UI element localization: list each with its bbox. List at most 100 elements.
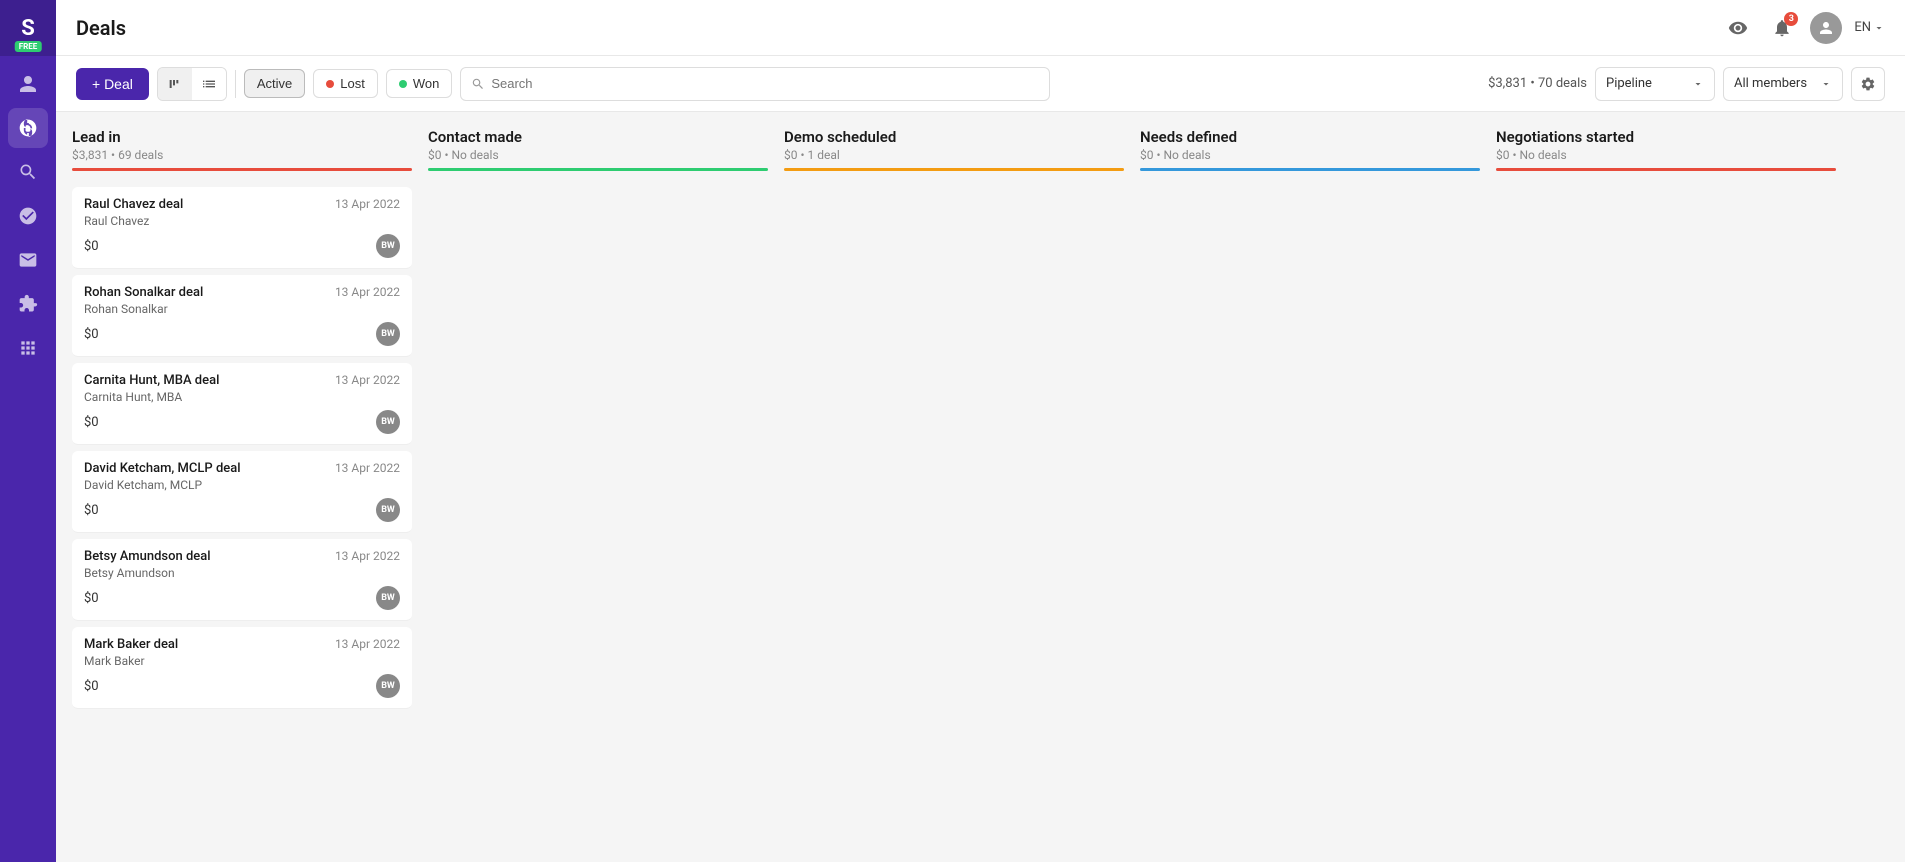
search-box [460, 67, 1050, 101]
column-bar-negotiations-started [1496, 168, 1836, 171]
notification-badge: 3 [1784, 12, 1798, 26]
deal-avatar: BW [376, 586, 400, 610]
deal-date: 13 Apr 2022 [335, 461, 400, 475]
deal-name: Mark Baker deal [84, 637, 178, 652]
table-row[interactable]: Mark Baker deal13 Apr 2022Mark Baker$0BW [72, 627, 412, 709]
toolbar: + Deal Active Lost Won $3,831 • 70 deals [56, 56, 1905, 112]
column-bar-contact-made [428, 168, 768, 171]
deal-name: Raul Chavez deal [84, 197, 183, 212]
column-title-lead-in: Lead in [72, 128, 412, 146]
deal-avatar: BW [376, 674, 400, 698]
settings-button[interactable] [1851, 67, 1885, 101]
toolbar-divider [235, 70, 236, 98]
kanban-icon [167, 76, 183, 92]
column-header-contact-made: Contact made $0 • No deals [428, 128, 768, 179]
deal-contact: Carnita Hunt, MBA [84, 390, 400, 404]
table-row[interactable]: David Ketcham, MCLP deal13 Apr 2022David… [72, 451, 412, 533]
top-header: Deals 3 EN [56, 0, 1905, 56]
sidebar-item-mail[interactable] [8, 240, 48, 280]
pipeline-chevron-icon [1692, 78, 1704, 90]
table-row[interactable]: Rohan Sonalkar deal 13 Apr 2022 Rohan Sona… [72, 275, 412, 357]
main-content: Deals 3 EN + Deal [56, 0, 1905, 862]
free-badge: FREE [15, 41, 42, 52]
deal-date: 13 Apr 2022 [335, 285, 400, 299]
filter-lost-button[interactable]: Lost [313, 69, 378, 98]
lost-dot [326, 80, 334, 88]
header-right: 3 EN [1722, 12, 1885, 44]
sidebar-item-apps[interactable] [8, 328, 48, 368]
deal-avatar: BW [376, 498, 400, 522]
table-row[interactable]: Carnita Hunt, MBA deal13 Apr 2022Carnita… [72, 363, 412, 445]
sidebar-item-deals[interactable] [8, 108, 48, 148]
kanban-view-button[interactable] [158, 68, 192, 100]
filter-won-button[interactable]: Won [386, 69, 453, 98]
deal-avatar: BW [376, 322, 400, 346]
add-deal-button[interactable]: + Deal [76, 68, 149, 100]
grid-icon [18, 338, 38, 358]
column-lead-in: Lead in $3,831 • 69 deals Raul Chavez deal… [72, 128, 412, 846]
column-bar-demo-scheduled [784, 168, 1124, 171]
deal-amount: $0 [84, 591, 99, 606]
column-needs-defined: Needs defined$0 • No deals [1140, 128, 1480, 846]
deal-contact: Mark Baker [84, 654, 400, 668]
chevron-down-icon [1873, 22, 1885, 34]
sidebar-item-plugins[interactable] [8, 284, 48, 324]
notification-button[interactable]: 3 [1766, 12, 1798, 44]
deal-contact: Rohan Sonalkar [84, 302, 400, 316]
dollar-icon [18, 118, 38, 138]
sidebar: S FREE [0, 0, 56, 862]
deal-contact: Betsy Amundson [84, 566, 400, 580]
sidebar-item-contacts[interactable] [8, 64, 48, 104]
column-title-demo-scheduled: Demo scheduled [784, 128, 1124, 146]
column-meta-contact-made: $0 • No deals [428, 148, 768, 162]
list-icon [201, 76, 217, 92]
sidebar-nav [0, 56, 56, 368]
deal-name: Rohan Sonalkar deal [84, 285, 203, 300]
column-meta-lead-in: $3,831 • 69 deals [72, 148, 412, 162]
language-selector[interactable]: EN [1854, 20, 1885, 35]
column-contact-made: Contact made $0 • No deals [428, 128, 768, 846]
column-header-negotiations-started: Negotiations started$0 • No deals [1496, 128, 1836, 179]
column-header-lead-in: Lead in $3,831 • 69 deals [72, 128, 412, 179]
column-title-needs-defined: Needs defined [1140, 128, 1480, 146]
deal-amount: $0 [84, 239, 99, 254]
sidebar-logo[interactable]: S FREE [0, 0, 56, 56]
avatar-icon [1817, 19, 1835, 37]
view-toggle [157, 67, 227, 101]
members-chevron-icon [1820, 78, 1832, 90]
filter-active-button[interactable]: Active [244, 69, 305, 98]
deal-amount: $0 [84, 327, 99, 342]
deal-name: Betsy Amundson deal [84, 549, 211, 564]
toolbar-right: $3,831 • 70 deals Pipeline All members [1488, 67, 1885, 101]
pipeline-selector[interactable]: Pipeline [1595, 67, 1715, 101]
search-input[interactable] [491, 76, 1039, 91]
camera-icon [1728, 18, 1748, 38]
deal-amount: $0 [84, 503, 99, 518]
user-avatar[interactable] [1810, 12, 1842, 44]
table-row[interactable]: Betsy Amundson deal 13 Apr 2022 Betsy Amun… [72, 539, 412, 621]
column-header-needs-defined: Needs defined$0 • No deals [1140, 128, 1480, 179]
sidebar-item-tasks[interactable] [8, 196, 48, 236]
table-row[interactable]: Raul Chavez deal13 Apr 2022Raul Chavez$0… [72, 187, 412, 269]
logo-text: S [21, 16, 35, 41]
column-title-contact-made: Contact made [428, 128, 768, 146]
recording-button[interactable] [1722, 12, 1754, 44]
deal-contact: David Ketcham, MCLP [84, 478, 400, 492]
gear-icon [1860, 76, 1876, 92]
column-bar-lead-in [72, 168, 412, 171]
deal-date: 13 Apr 2022 [335, 549, 400, 563]
kanban-board: Lead in $3,831 • 69 deals Raul Chavez deal… [56, 112, 1905, 862]
search-sidebar-icon [18, 162, 38, 182]
deal-contact: Raul Chavez [84, 214, 400, 228]
column-title-negotiations-started: Negotiations started [1496, 128, 1836, 146]
column-negotiations-started: Negotiations started$0 • No deals [1496, 128, 1836, 846]
column-bar-needs-defined [1140, 168, 1480, 171]
won-dot [399, 80, 407, 88]
check-circle-icon [18, 206, 38, 226]
search-icon [471, 77, 485, 91]
list-view-button[interactable] [192, 68, 226, 100]
sidebar-item-search[interactable] [8, 152, 48, 192]
deal-amount: $0 [84, 679, 99, 694]
members-selector[interactable]: All members [1723, 67, 1843, 101]
deal-amount: $0 [84, 415, 99, 430]
